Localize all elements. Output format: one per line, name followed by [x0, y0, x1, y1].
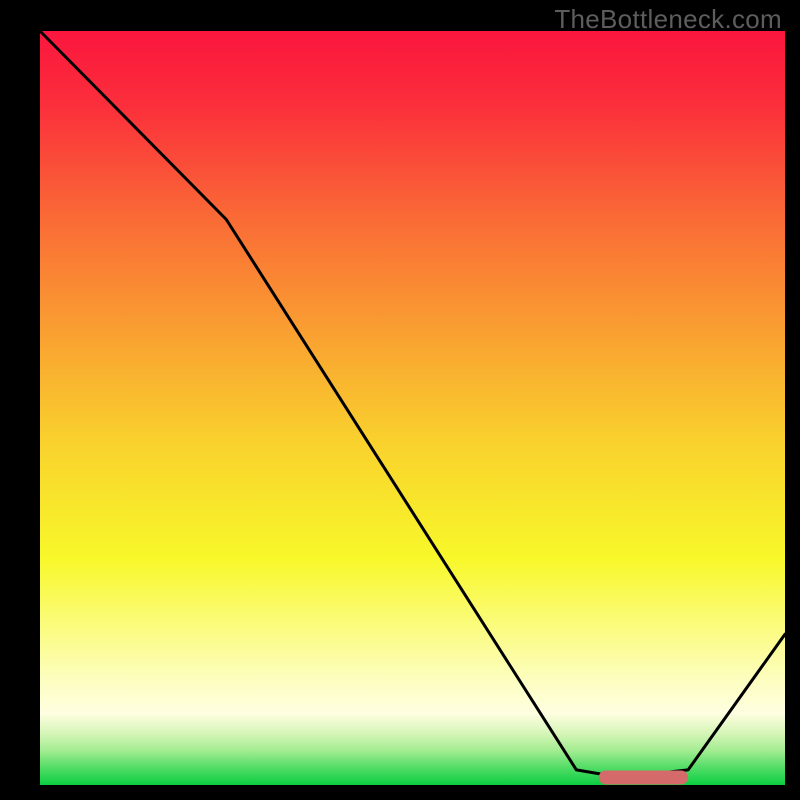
optimal-range-marker [599, 770, 688, 784]
watermark-text: TheBottleneck.com [554, 4, 782, 35]
bottleneck-chart [0, 0, 800, 800]
chart-frame: TheBottleneck.com [0, 0, 800, 800]
